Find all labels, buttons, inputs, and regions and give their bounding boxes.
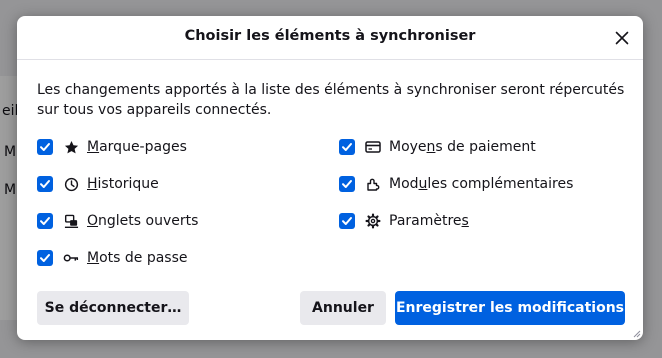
checkbox-passwords[interactable] [37,250,53,266]
sync-option-label: Historique [87,176,159,192]
sync-option-addons[interactable]: Modules complémentaires [339,174,573,194]
checkbox-settings[interactable] [339,213,355,229]
sync-choose-dialog: Choisir les éléments à synchroniser Les … [17,16,643,340]
checkmark-icon [40,143,50,151]
close-icon [615,31,629,45]
resize-grip-icon[interactable] [631,328,641,338]
sync-option-settings[interactable]: Paramètres [339,211,469,231]
dialog-description: Les changements apportés à la liste des … [37,82,625,118]
checkbox-bookmarks[interactable] [37,139,53,155]
checkmark-icon [342,217,352,225]
sync-option-open-tabs[interactable]: Onglets ouverts [37,211,198,231]
sync-option-bookmarks[interactable]: Marque-pages [37,137,187,157]
sync-option-history[interactable]: Historique [37,174,159,194]
checkmark-icon [40,254,50,262]
key-icon [63,250,79,266]
puzzle-piece-icon [365,176,381,192]
sync-option-label: Moyens de paiement [389,139,536,155]
cancel-button[interactable]: Annuler [300,291,386,325]
checkmark-icon [40,217,50,225]
sync-option-label: Paramètres [389,213,469,229]
save-changes-button[interactable]: Enregistrer les modifications [395,291,625,325]
credit-card-icon [365,139,381,155]
checkbox-addons[interactable] [339,176,355,192]
clock-icon [63,176,79,192]
sync-option-passwords[interactable]: Mots de passe [37,248,188,268]
sync-option-payment-methods[interactable]: Moyens de paiement [339,137,536,157]
star-icon [63,139,79,155]
checkbox-payment-methods[interactable] [339,139,355,155]
synced-tabs-icon [63,213,79,229]
checkmark-icon [40,180,50,188]
sync-option-label: Onglets ouverts [87,213,199,229]
sync-option-label: Marque-pages [87,139,187,155]
checkbox-history[interactable] [37,176,53,192]
close-button[interactable] [609,25,635,51]
sync-option-label: Mots de passe [87,250,188,266]
sync-option-label: Modules complémentaires [389,176,574,192]
dialog-header: Choisir les éléments à synchroniser [17,16,643,60]
checkmark-icon [342,180,352,188]
dialog-title: Choisir les éléments à synchroniser [184,28,476,44]
checkmark-icon [342,143,352,151]
gear-icon [365,213,381,229]
checkbox-open-tabs[interactable] [37,213,53,229]
disconnect-button[interactable]: Se déconnecter… [37,291,189,325]
